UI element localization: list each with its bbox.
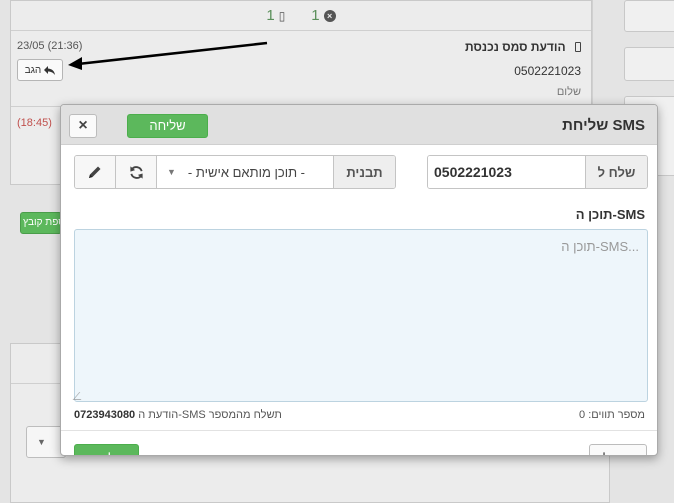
- send-button-top[interactable]: שליחה: [127, 114, 208, 138]
- mobile-phone-icon: [575, 42, 581, 52]
- message-body: שלום: [556, 86, 581, 98]
- edit-template-button[interactable]: [75, 156, 116, 188]
- footer-divider: [61, 430, 657, 431]
- close-icon: ×: [78, 117, 88, 134]
- recipient-input[interactable]: 0502221023: [428, 156, 585, 188]
- refresh-icon: [129, 165, 143, 179]
- close-button[interactable]: ×: [69, 114, 97, 138]
- failed-count-value: 1: [311, 7, 320, 24]
- template-label: תבנית: [333, 156, 395, 188]
- times-circle-icon: ×: [323, 9, 336, 22]
- right-side-box-2: [624, 47, 674, 81]
- send-sms-modal: שליחת SMS × שליחה 0502221023 שלח ל ▼ - ת…: [60, 104, 658, 456]
- sms-content-textarea[interactable]: תוכן ה-SMS...: [72, 229, 648, 402]
- message-time-second: (18:45): [17, 117, 52, 129]
- right-side-box-1: [624, 0, 674, 32]
- sms-counts-bar: 1 ▯ 1 ×: [11, 1, 591, 31]
- modal-title: שליחת SMS: [562, 117, 645, 134]
- phone-icon: ▯: [278, 8, 286, 23]
- annotation-arrow: [68, 41, 268, 70]
- sender-number-note: 0723943080 הודעת ה-SMS תשלח מהמספר: [74, 409, 282, 421]
- recipient-label: שלח ל: [585, 156, 647, 188]
- modal-header: שליחת SMS × שליחה: [61, 105, 657, 145]
- sender-number: 0723943080: [74, 409, 136, 421]
- pencil-icon: [89, 166, 101, 178]
- resize-grip-icon[interactable]: [72, 392, 88, 400]
- template-group: ▼ - תוכן מותאם אישית - תבנית: [74, 155, 396, 189]
- template-select-value: - תוכן מותאם אישית -: [187, 164, 306, 180]
- refresh-template-button[interactable]: [116, 156, 157, 188]
- content-placeholder: תוכן ה-SMS...: [561, 239, 639, 254]
- reply-arrow-icon: [44, 65, 56, 75]
- outgoing-count-value: 1: [266, 7, 275, 24]
- message-phone: 0502221023: [514, 64, 581, 78]
- outgoing-count[interactable]: 1 ▯: [266, 7, 285, 24]
- content-label: תוכן ה-SMS: [575, 207, 645, 222]
- cancel-button[interactable]: ביטול: [589, 444, 647, 455]
- message-title: הודעת סמס נכנסת: [465, 40, 581, 54]
- sender-number-prefix: הודעת ה-SMS תשלח מהמספר: [138, 409, 282, 421]
- failed-count[interactable]: 1 ×: [311, 7, 336, 24]
- chevron-down-icon: ▼: [167, 167, 176, 177]
- reply-label: הגב: [24, 64, 42, 76]
- add-file-button[interactable]: הוספת קובץ: [20, 212, 62, 234]
- char-count: מספר תווים: 0: [579, 409, 645, 421]
- message-title-text: הודעת סמס נכנסת: [465, 40, 566, 54]
- send-button-bottom[interactable]: שליחה: [74, 444, 139, 455]
- recipient-group: 0502221023 שלח ל: [427, 155, 648, 189]
- reply-button[interactable]: הגב: [17, 59, 63, 81]
- template-select[interactable]: ▼ - תוכן מותאם אישית -: [157, 156, 333, 188]
